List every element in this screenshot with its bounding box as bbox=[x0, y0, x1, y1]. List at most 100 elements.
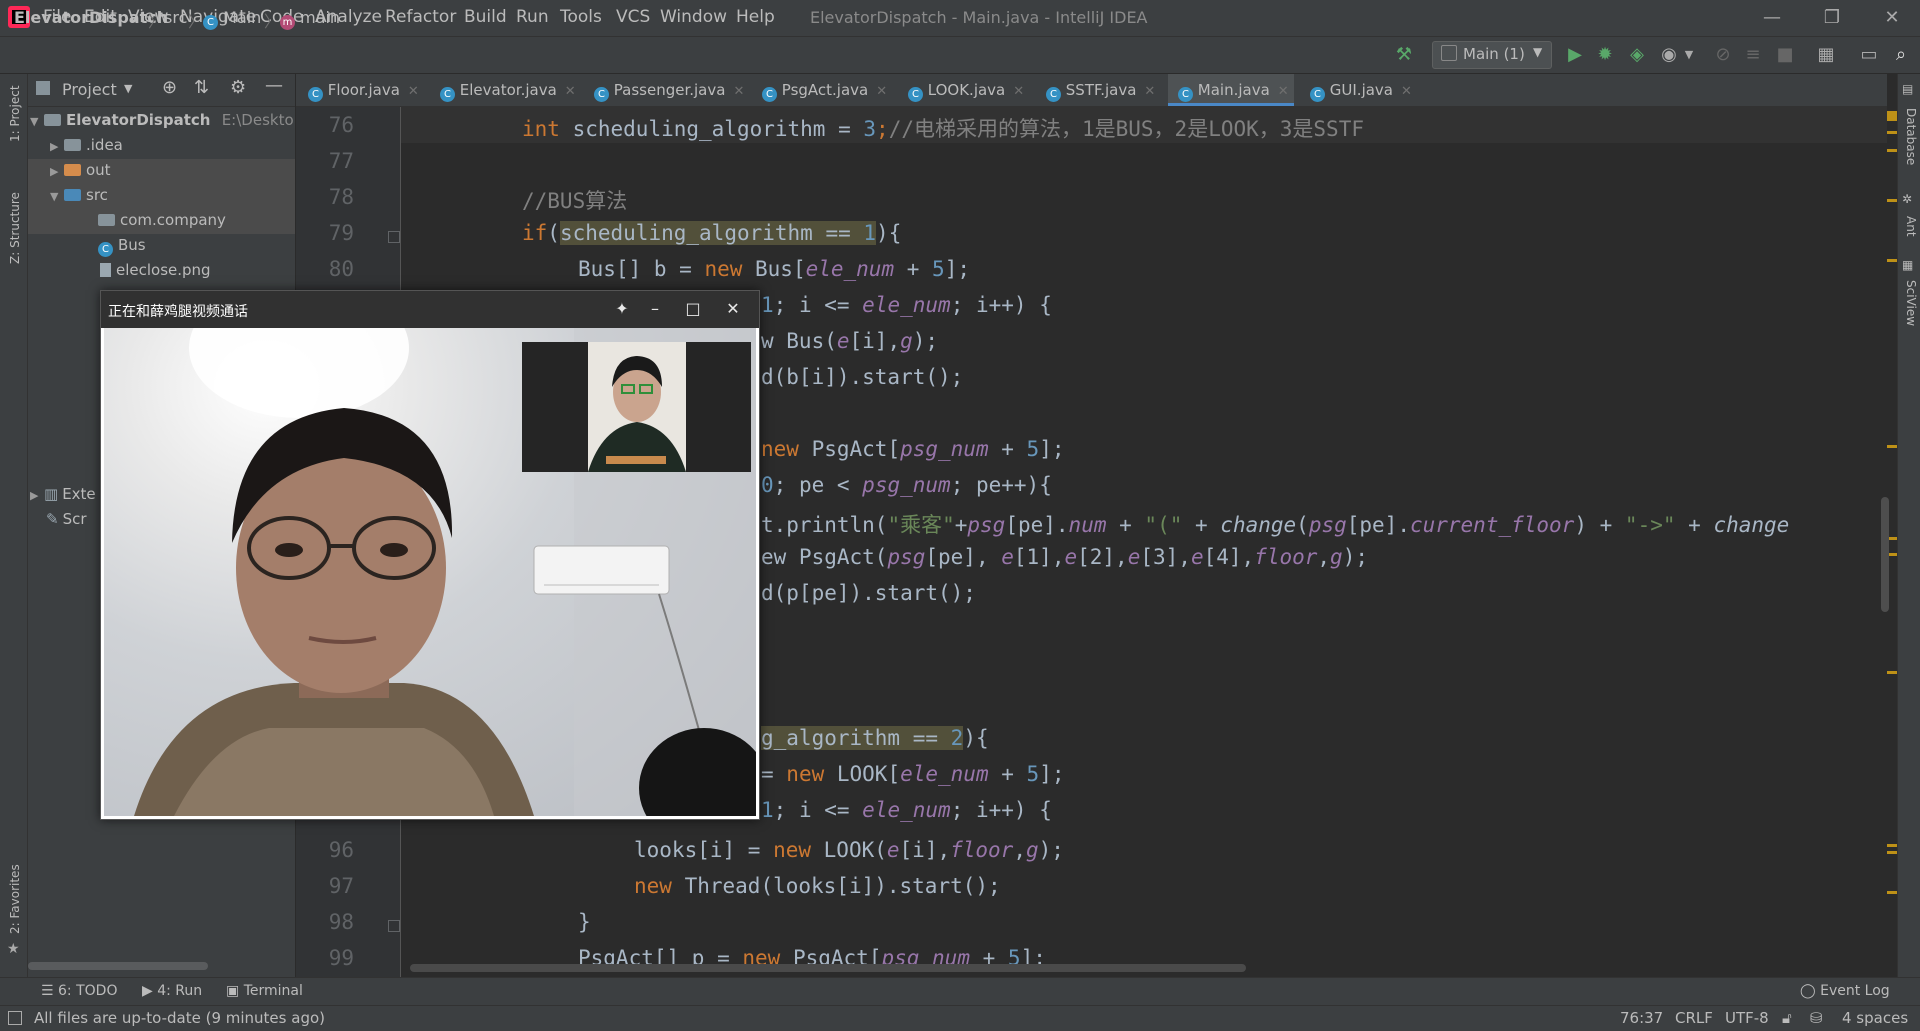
tab-main-java[interactable]: C Main.java ✕ bbox=[1168, 74, 1294, 106]
breadcrumb-project[interactable]: ElevatorDispatch bbox=[14, 8, 168, 27]
breadcrumb-src[interactable]: src bbox=[164, 8, 187, 27]
ant-tool-tab[interactable]: Ant bbox=[1904, 216, 1918, 237]
project-tool-tab[interactable]: 1: Project bbox=[8, 85, 22, 142]
database-tool-tab[interactable]: Database bbox=[1904, 108, 1918, 165]
run-tool-tab[interactable]: ▶ 4: Run bbox=[142, 983, 202, 999]
tree-item-bus[interactable]: C Bus bbox=[28, 233, 295, 258]
minimize-icon[interactable]: – bbox=[640, 296, 670, 322]
tab-label: GUI.java bbox=[1329, 81, 1394, 99]
close-tab-icon[interactable]: ✕ bbox=[1013, 84, 1024, 99]
code-token: } bbox=[578, 910, 591, 934]
tab-look-java[interactable]: C LOOK.java ✕ bbox=[908, 74, 1024, 106]
fold-icon[interactable] bbox=[388, 231, 400, 243]
close-tab-icon[interactable]: ✕ bbox=[1144, 84, 1155, 99]
toggle-tool-windows-icon[interactable] bbox=[8, 1011, 22, 1025]
gear-icon[interactable]: ⚙ bbox=[230, 77, 246, 98]
menu-refactor[interactable]: Refactor bbox=[385, 7, 456, 27]
tab-passenger-java[interactable]: C Passenger.java ✕ bbox=[594, 74, 744, 106]
tree-item-root[interactable]: ▼ ElevatorDispatch E:\Desktop\ bbox=[28, 108, 295, 133]
video-call-title-bar[interactable]: 正在和薛鸡腿视频通话 ✦ – □ ✕ bbox=[101, 291, 759, 328]
code-token: 1 bbox=[761, 798, 774, 822]
project-structure-icon[interactable]: ▦ bbox=[1815, 44, 1837, 66]
editor-horizontal-scrollbar[interactable] bbox=[410, 964, 1246, 972]
code-token: ew PsgAct( bbox=[761, 545, 888, 569]
tab-psgact-java[interactable]: C PsgAct.java ✕ bbox=[762, 74, 887, 106]
close-tab-icon[interactable]: ✕ bbox=[1401, 84, 1412, 99]
favorites-tool-tab[interactable]: 2: Favorites bbox=[8, 864, 22, 934]
chevron-down-icon[interactable]: ▼ bbox=[1678, 44, 1700, 66]
tab-sstf-java[interactable]: C SSTF.java ✕ bbox=[1046, 74, 1156, 106]
tab-gui-java[interactable]: C GUI.java ✕ bbox=[1310, 74, 1416, 106]
sciview-tool-tab[interactable]: SciView bbox=[1904, 280, 1918, 326]
locate-file-icon[interactable]: ⊕ bbox=[162, 77, 177, 98]
lock-icon[interactable]: 🔓︎ bbox=[1782, 1009, 1792, 1027]
tree-item-package[interactable]: com.company bbox=[28, 208, 295, 233]
method-icon: m bbox=[280, 15, 295, 30]
tab-elevator-java[interactable]: C Elevator.java ✕ bbox=[440, 74, 576, 106]
code-token: d(p[pe]).start(); bbox=[761, 581, 976, 605]
tree-item-out[interactable]: ▶ out bbox=[28, 158, 295, 183]
code-token: ); bbox=[1038, 838, 1064, 862]
coverage-icon[interactable]: ◈ bbox=[1626, 44, 1648, 66]
menu-help[interactable]: Help bbox=[736, 7, 775, 27]
run-configuration-select[interactable]: Main (1) ▼ bbox=[1432, 41, 1552, 69]
hide-panel-icon[interactable]: — bbox=[265, 75, 283, 96]
project-horizontal-scrollbar[interactable] bbox=[28, 962, 208, 970]
self-video-preview[interactable] bbox=[522, 342, 751, 472]
chevron-down-icon[interactable]: ▼ bbox=[124, 82, 132, 95]
tree-item-idea[interactable]: ▶ .idea bbox=[28, 133, 295, 158]
code-line-89: d(p[pe]).start(); bbox=[761, 581, 976, 605]
terminal-tool-tab[interactable]: ▣ Terminal bbox=[226, 983, 303, 999]
structure-tool-tab[interactable]: Z: Structure bbox=[8, 192, 22, 264]
tree-item-eleclose[interactable]: eleclose.png bbox=[28, 258, 295, 283]
close-tab-icon[interactable]: ✕ bbox=[876, 84, 887, 99]
breadcrumb-method[interactable]: m main bbox=[280, 8, 340, 30]
search-icon[interactable]: ⌕ bbox=[1890, 44, 1912, 66]
close-tab-icon[interactable]: ✕ bbox=[408, 84, 419, 99]
menu-run[interactable]: Run bbox=[516, 7, 549, 27]
rerun-icon[interactable]: ≡ bbox=[1742, 44, 1764, 66]
indent-setting[interactable]: 4 spaces bbox=[1842, 1009, 1908, 1027]
fold-icon[interactable] bbox=[388, 920, 400, 932]
code-token: ) + bbox=[1574, 513, 1625, 537]
pin-icon[interactable]: ✦ bbox=[607, 296, 637, 322]
menu-vcs[interactable]: VCS bbox=[616, 7, 650, 27]
tab-floor-java[interactable]: C Floor.java ✕ bbox=[308, 74, 419, 106]
attach-debugger-icon[interactable]: ⊘ bbox=[1712, 44, 1734, 66]
editor-vertical-scrollbar[interactable] bbox=[1881, 497, 1889, 612]
event-log-tool-tab[interactable]: ◯ Event Log bbox=[1800, 983, 1890, 999]
menu-tools[interactable]: Tools bbox=[560, 7, 602, 27]
breadcrumb-class[interactable]: C Main bbox=[203, 8, 261, 30]
right-tool-strip: ▤ Database ✲ Ant ▦ SciView bbox=[1897, 74, 1920, 977]
close-tab-icon[interactable]: ✕ bbox=[733, 84, 744, 99]
run-icon[interactable]: ▶ bbox=[1564, 44, 1586, 66]
warning-marker[interactable] bbox=[1887, 111, 1897, 121]
menu-build[interactable]: Build bbox=[464, 7, 507, 27]
code-token: + bbox=[1675, 513, 1714, 537]
layout-icon[interactable]: ▭ bbox=[1858, 44, 1880, 66]
project-view-select[interactable]: Project bbox=[62, 80, 117, 99]
profile-icon[interactable]: ◉ bbox=[1658, 44, 1680, 66]
close-tab-icon[interactable]: ✕ bbox=[1278, 84, 1289, 99]
tree-item-src[interactable]: ▼ src bbox=[28, 183, 295, 208]
tree-item-label: Exte bbox=[62, 485, 96, 503]
close-window-button[interactable]: ✕ bbox=[1870, 4, 1914, 32]
maximize-icon[interactable]: □ bbox=[678, 296, 708, 322]
code-line-80: Bus[] b = new Bus[ele_num + 5]; bbox=[578, 257, 970, 281]
close-tab-icon[interactable]: ✕ bbox=[565, 84, 576, 99]
menu-window[interactable]: Window bbox=[660, 7, 727, 27]
todo-tool-tab[interactable]: ☰ 6: TODO bbox=[41, 983, 117, 999]
video-call-window[interactable]: 正在和薛鸡腿视频通话 ✦ – □ ✕ bbox=[100, 290, 760, 820]
project-view-icon bbox=[36, 81, 50, 95]
close-icon[interactable]: ✕ bbox=[718, 296, 748, 322]
maximize-window-button[interactable]: ❐ bbox=[1810, 4, 1854, 32]
minimize-window-button[interactable]: — bbox=[1750, 4, 1794, 32]
build-hammer-icon[interactable]: ⚒ bbox=[1393, 44, 1415, 66]
stop-icon[interactable]: ■ bbox=[1774, 44, 1796, 66]
debug-icon[interactable]: ✹ bbox=[1594, 44, 1616, 66]
file-encoding[interactable]: UTF-8 bbox=[1725, 1009, 1769, 1027]
line-separator[interactable]: CRLF bbox=[1675, 1009, 1713, 1027]
memory-icon[interactable]: ⛁ bbox=[1810, 1009, 1823, 1027]
caret-position[interactable]: 76:37 bbox=[1620, 1009, 1663, 1027]
collapse-all-icon[interactable]: ⇅ bbox=[194, 77, 209, 98]
